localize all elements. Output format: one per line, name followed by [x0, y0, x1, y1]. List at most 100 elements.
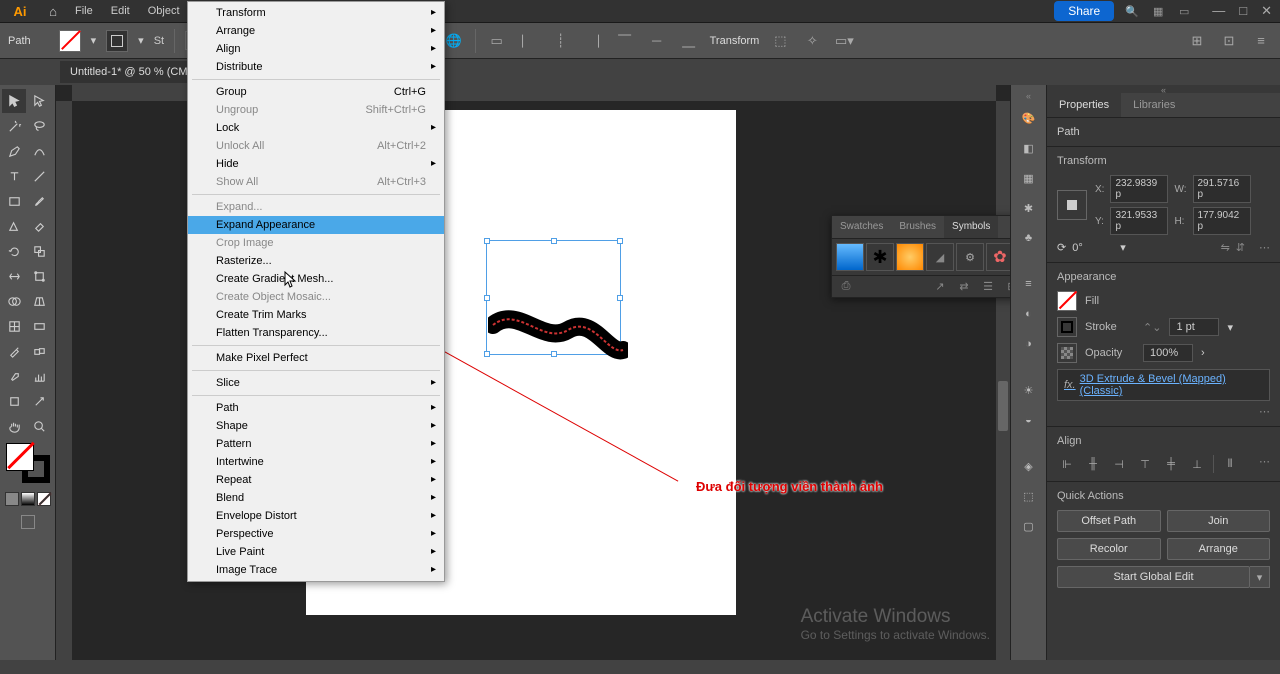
flip-v-icon[interactable]: ⇵	[1236, 241, 1245, 254]
symbol-opts-icon[interactable]: ☰	[980, 280, 996, 293]
panel-expand-icon[interactable]: »	[1006, 216, 1010, 238]
rotate-value[interactable]: 0°	[1072, 242, 1114, 254]
perspective-tool[interactable]	[27, 289, 51, 313]
menu-live-paint[interactable]: Live Paint	[188, 543, 444, 561]
y-value[interactable]: 321.9533 p	[1110, 207, 1168, 235]
fill-swatch[interactable]	[59, 30, 81, 52]
align-left-icon[interactable]: ⊩	[1057, 455, 1077, 473]
symbol-item[interactable]: ⚙	[956, 243, 984, 271]
fill-stroke-indicator[interactable]	[6, 443, 50, 483]
symbol-new-icon[interactable]: ⊞	[1004, 280, 1010, 293]
shaper-tool[interactable]	[2, 214, 26, 238]
pen-tool[interactable]	[2, 139, 26, 163]
menu-intertwine[interactable]: Intertwine	[188, 453, 444, 471]
symbols-panel[interactable]: Swatches Brushes Symbols » ≡ ✱ ◢ ⚙ ✿ ⎙ ↗…	[831, 215, 1010, 298]
menu-path[interactable]: Path	[188, 399, 444, 417]
brush-tool[interactable]	[27, 189, 51, 213]
color-guide-icon[interactable]: ◧	[1018, 137, 1040, 159]
properties-tab[interactable]: Properties	[1047, 93, 1121, 117]
menu-image-trace[interactable]: Image Trace	[188, 561, 444, 579]
artboards-panel-icon[interactable]: ▢	[1018, 515, 1040, 537]
search-icon[interactable]: 🔍	[1124, 3, 1140, 19]
align-b-icon[interactable]: ⎽	[678, 30, 700, 52]
arrange-button[interactable]: Arrange	[1167, 538, 1271, 560]
zoom-tool[interactable]	[27, 414, 51, 438]
stroke-swatch[interactable]	[1057, 317, 1077, 337]
effect-link[interactable]: fx.3D Extrude & Bevel (Mapped) (Classic)	[1057, 369, 1270, 401]
offset-path-button[interactable]: Offset Path	[1057, 510, 1161, 532]
graph-tool[interactable]	[27, 364, 51, 388]
asset-export-icon[interactable]: ⬚	[1018, 485, 1040, 507]
mesh-tool[interactable]	[2, 314, 26, 338]
menu-gradient-mesh[interactable]: Create Gradient Mesh...	[188, 270, 444, 288]
scale-tool[interactable]	[27, 239, 51, 263]
symbol-item[interactable]: ◢	[926, 243, 954, 271]
more-options-icon[interactable]: ⋯	[1057, 405, 1270, 418]
symbol-item[interactable]: ✿	[986, 243, 1010, 271]
menu-edit[interactable]: Edit	[102, 1, 139, 21]
gradient-panel-icon[interactable]: ◐	[1018, 303, 1040, 325]
menu-group[interactable]: GroupCtrl+G	[188, 83, 444, 101]
brushes-tab[interactable]: Brushes	[891, 216, 944, 238]
sge-dd-icon[interactable]: ▾	[1250, 566, 1270, 588]
edit-icon[interactable]: ✧	[801, 30, 823, 52]
layers-panel-icon[interactable]: ◈	[1018, 455, 1040, 477]
magic-wand-tool[interactable]	[2, 114, 26, 138]
align-opt-icon[interactable]: ▭	[486, 30, 508, 52]
snap-icon[interactable]: ⊞	[1186, 30, 1208, 52]
more-options-icon[interactable]: ⋯	[1259, 241, 1270, 254]
home-icon[interactable]: ⌂	[40, 4, 66, 19]
collapse-icon[interactable]: «	[1011, 91, 1046, 99]
flip-h-icon[interactable]: ⇋	[1221, 241, 1230, 254]
fill-dd-icon[interactable]: ▾	[91, 34, 97, 47]
opacity-dd-icon[interactable]: ›	[1201, 347, 1205, 359]
free-transform-tool[interactable]	[27, 264, 51, 288]
symbol-sprayer-tool[interactable]	[2, 364, 26, 388]
swatches-tab[interactable]: Swatches	[832, 216, 891, 238]
eraser-tool[interactable]	[27, 214, 51, 238]
align-right-icon[interactable]: ⊣	[1109, 455, 1129, 473]
menu-flatten[interactable]: Flatten Transparency...	[188, 324, 444, 342]
symbol-item[interactable]	[896, 243, 924, 271]
menu-object[interactable]: Object	[139, 1, 189, 21]
menu-hide[interactable]: Hide	[188, 155, 444, 173]
menu-shape[interactable]: Shape	[188, 417, 444, 435]
maximize-icon[interactable]: □	[1239, 3, 1247, 19]
opacity-value[interactable]: 100%	[1143, 344, 1193, 362]
eyedropper-tool[interactable]	[2, 339, 26, 363]
reference-point[interactable]	[1057, 190, 1087, 220]
screen-mode[interactable]	[21, 515, 35, 529]
h-value[interactable]: 177.9042 p	[1193, 207, 1251, 235]
collapse-icon[interactable]: «	[1047, 85, 1280, 93]
isolate-icon[interactable]: ⬚	[769, 30, 791, 52]
more-icon[interactable]: ▭▾	[833, 30, 855, 52]
arrange-windows-icon[interactable]: ▦	[1150, 3, 1166, 19]
vertical-scrollbar[interactable]	[996, 101, 1010, 660]
artboard-tool[interactable]	[2, 389, 26, 413]
align-r-icon[interactable]: ⎹	[582, 30, 604, 52]
globe-icon[interactable]: 🌐	[443, 30, 465, 52]
transparency-panel-icon[interactable]: ◑	[1018, 333, 1040, 355]
menu-blend[interactable]: Blend	[188, 489, 444, 507]
curvature-tool[interactable]	[27, 139, 51, 163]
recolor-button[interactable]: Recolor	[1057, 538, 1161, 560]
align-c-icon[interactable]: ┊	[550, 30, 572, 52]
hand-tool[interactable]	[2, 414, 26, 438]
align-hcenter-icon[interactable]: ╫	[1083, 455, 1103, 473]
menu-pixel-perfect[interactable]: Make Pixel Perfect	[188, 349, 444, 367]
minimize-icon[interactable]: —	[1212, 3, 1225, 19]
list-icon[interactable]: ≡	[1250, 30, 1272, 52]
direct-select-tool[interactable]	[27, 89, 51, 113]
menu-repeat[interactable]: Repeat	[188, 471, 444, 489]
menu-arrange[interactable]: Arrange	[188, 22, 444, 40]
stroke-swatch[interactable]	[106, 30, 128, 52]
symbol-item[interactable]: ✱	[866, 243, 894, 271]
blend-tool[interactable]	[27, 339, 51, 363]
w-value[interactable]: 291.5716 p	[1193, 175, 1251, 203]
share-button[interactable]: Share	[1054, 1, 1114, 21]
libraries-tab[interactable]: Libraries	[1121, 93, 1187, 117]
line-tool[interactable]	[27, 164, 51, 188]
stroke-dd-icon[interactable]: ▾	[1227, 321, 1233, 334]
align-t-icon[interactable]: ⎺	[614, 30, 636, 52]
width-tool[interactable]	[2, 264, 26, 288]
